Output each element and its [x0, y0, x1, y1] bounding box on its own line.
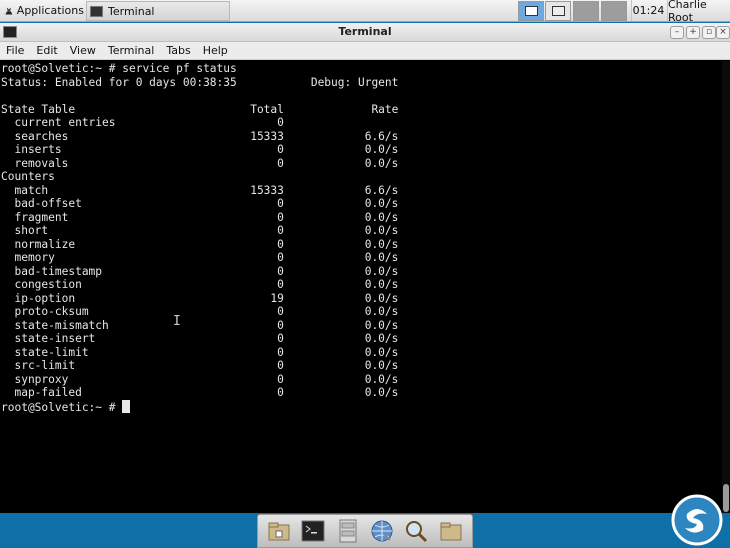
top-panel: Applications Terminal 01:24 Charlie Root — [0, 0, 730, 24]
terminal-line: short 0 0.0/s — [1, 224, 399, 237]
terminal-prompt: root@Solvetic:~ # — [1, 400, 123, 414]
solvetic-logo — [671, 494, 723, 546]
text-cursor — [122, 399, 131, 413]
workspace-window-icon — [525, 6, 538, 16]
web-browser-icon[interactable] — [369, 518, 395, 544]
restore-button[interactable]: ▫ — [702, 26, 716, 39]
terminal-line: congestion 0 0.0/s — [1, 278, 399, 291]
terminal-line: Status: Enabled for 0 days 00:38:35 Debu… — [1, 75, 399, 89]
menubar: File Edit View Terminal Tabs Help — [0, 42, 730, 60]
workspace-window-icon — [552, 6, 565, 16]
terminal-line: map-failed 0 0.0/s — [1, 386, 399, 399]
menu-file[interactable]: File — [6, 44, 24, 57]
menu-view[interactable]: View — [70, 44, 96, 57]
terminal-line: ip-option 19 0.0/s — [1, 291, 399, 305]
terminal-line: current entries 0 — [1, 116, 284, 129]
terminal-scrollbar[interactable] — [722, 61, 730, 513]
menu-edit[interactable]: Edit — [36, 44, 57, 57]
terminal-line: match 15333 6.6/s — [1, 183, 399, 197]
search-icon[interactable] — [403, 518, 429, 544]
maximize-button[interactable]: + — [686, 26, 700, 39]
terminal-icon — [90, 5, 103, 17]
terminal-line: state-insert 0 0.0/s — [1, 332, 399, 345]
minimize-button[interactable]: – — [670, 26, 684, 39]
taskbar-terminal-button[interactable]: Terminal — [86, 1, 230, 21]
window-title: Terminal — [338, 25, 392, 38]
terminal-output[interactable]: root@Solvetic:~ # service pf status Stat… — [0, 61, 722, 513]
menu-terminal[interactable]: Terminal — [108, 44, 155, 57]
i-beam-cursor-icon: I — [173, 314, 181, 329]
terminal-line: inserts 0 0.0/s — [1, 143, 399, 156]
close-button[interactable]: × — [716, 26, 730, 39]
menu-help[interactable]: Help — [203, 44, 228, 57]
terminal-line: removals 0 0.0/s — [1, 156, 399, 170]
menu-tabs[interactable]: Tabs — [166, 44, 190, 57]
terminal-line: root@Solvetic:~ # service pf status — [1, 62, 237, 75]
workspace-2[interactable] — [545, 1, 571, 21]
workspace-1[interactable] — [518, 1, 544, 21]
terminal-line: memory 0 0.0/s — [1, 251, 399, 264]
terminal-line: src-limit 0 0.0/s — [1, 359, 399, 372]
dock — [257, 514, 473, 548]
terminal-line: normalize 0 0.0/s — [1, 237, 399, 251]
workspace-4[interactable] — [601, 1, 627, 21]
file-cabinet-icon[interactable] — [335, 518, 361, 544]
freebsd-devil-icon — [5, 7, 13, 14]
terminal-line: bad-timestamp 0 0.0/s — [1, 264, 399, 278]
terminal-line: State Table Total Rate — [1, 102, 399, 116]
terminal-line: searches 15333 6.6/s — [1, 129, 399, 143]
terminal-line: state-mismatch 0 0.0/s — [1, 318, 399, 332]
terminal-line: fragment 0 0.0/s — [1, 210, 399, 224]
window-titlebar[interactable]: Terminal – + ▫ × — [0, 23, 730, 42]
terminal-icon[interactable] — [300, 518, 326, 544]
workspace-3[interactable] — [573, 1, 599, 21]
clock[interactable]: 01:24 — [631, 0, 665, 21]
applications-label: Applications — [16, 4, 84, 17]
terminal-line: bad-offset 0 0.0/s — [1, 197, 399, 210]
taskbar-terminal-label: Terminal — [108, 4, 155, 18]
terminal-prompt-line[interactable]: root@Solvetic:~ # — [1, 399, 131, 414]
home-folder-icon[interactable] — [266, 518, 292, 544]
terminal-line: Counters — [1, 170, 55, 183]
applications-menu-button[interactable]: Applications — [0, 0, 84, 21]
user-menu[interactable]: Charlie Root — [667, 0, 730, 24]
terminal-line: state-limit 0 0.0/s — [1, 345, 399, 359]
terminal-line: synproxy 0 0.0/s — [1, 372, 399, 386]
terminal-line: proto-cksum 0 0.0/s — [1, 305, 399, 318]
folder-icon[interactable] — [438, 518, 464, 544]
